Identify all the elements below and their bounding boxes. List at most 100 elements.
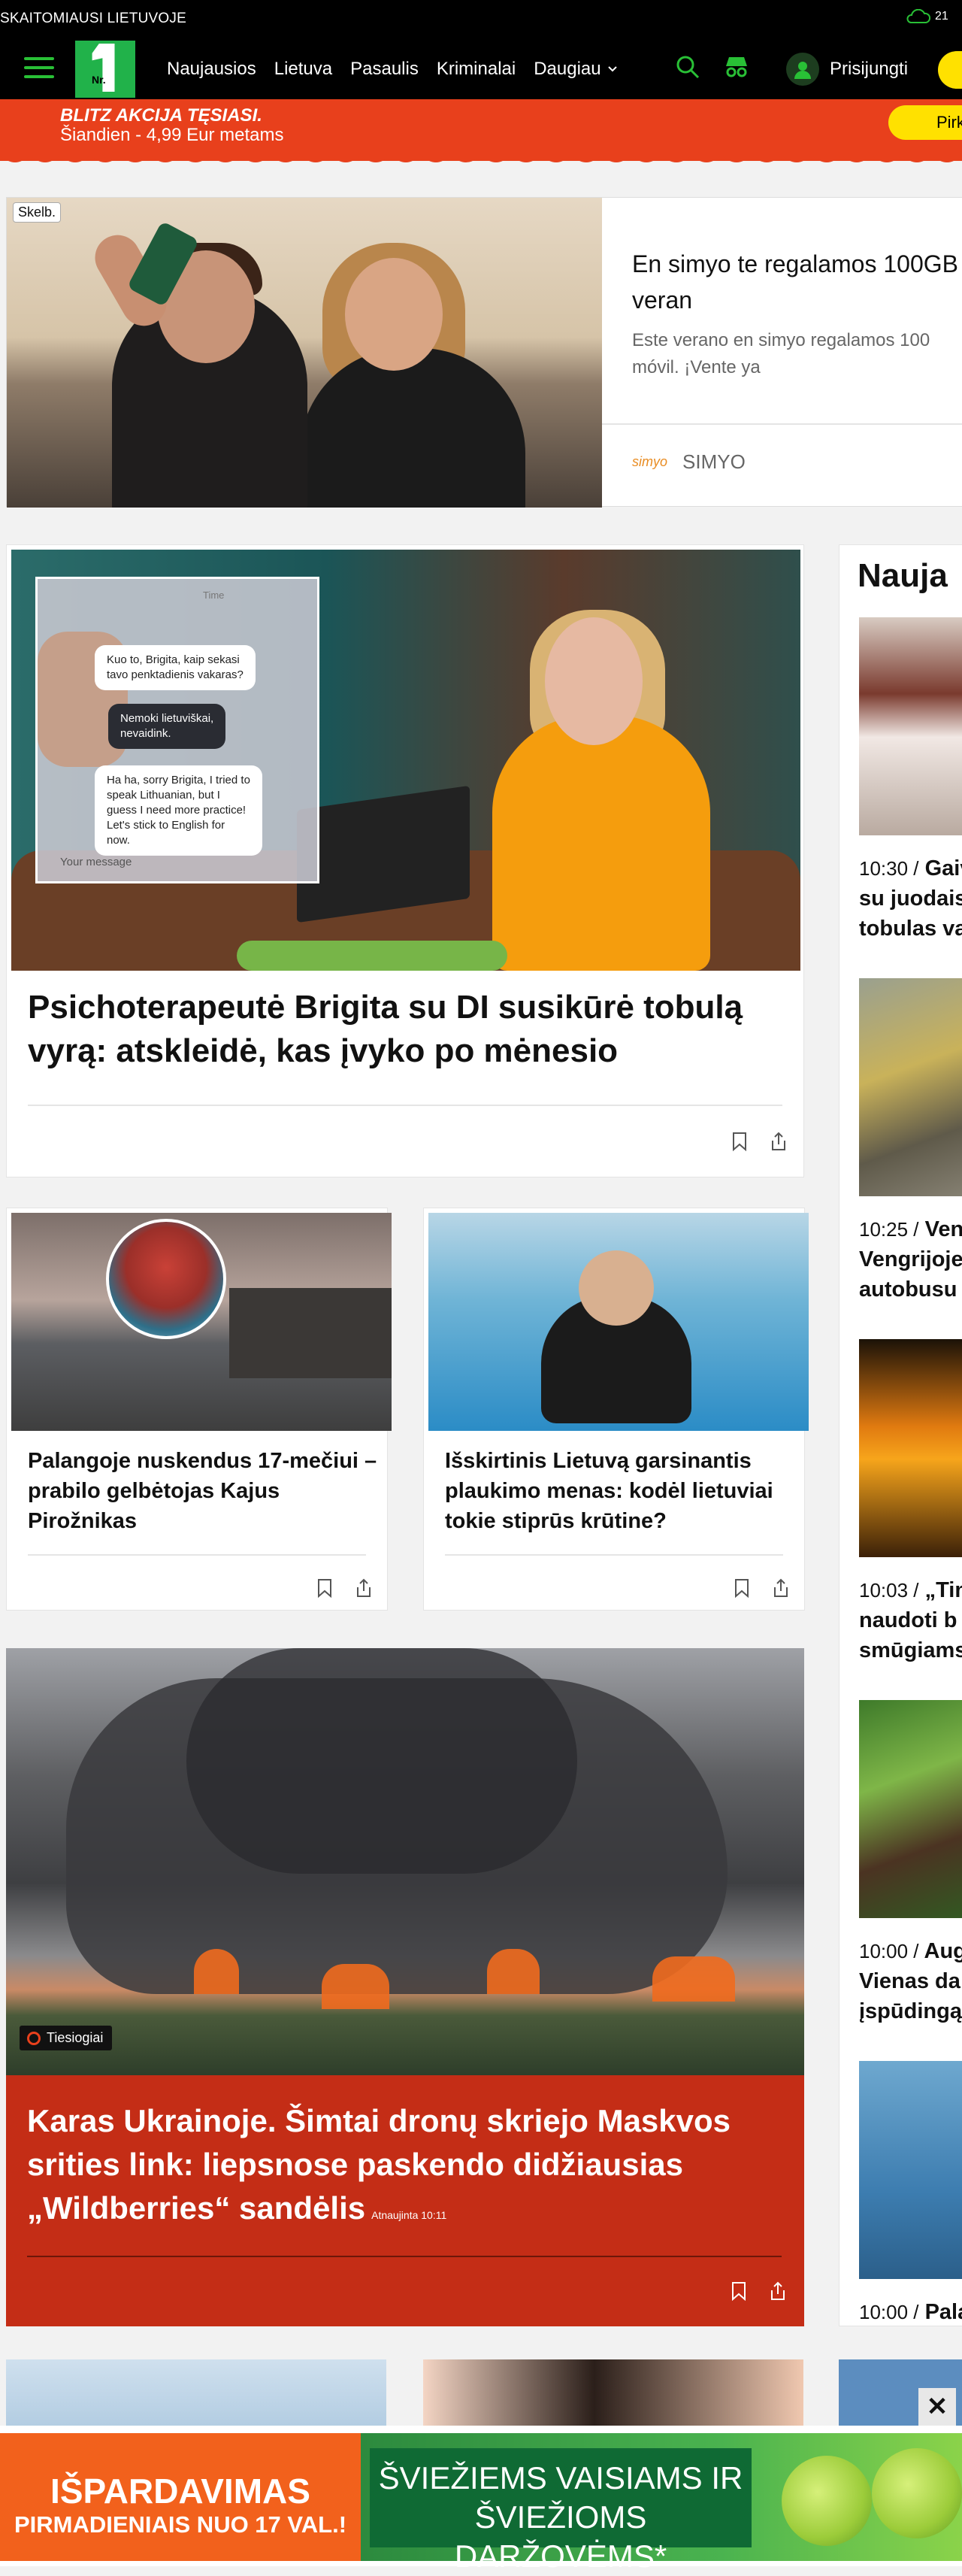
bookmark-icon[interactable] <box>731 1132 748 1151</box>
sponsored-ad[interactable]: Skelb. En simyo te regalamos 100GB veran… <box>6 197 962 507</box>
article-headline[interactable]: Palangoje nuskendus 17-mečiui – prabilo … <box>28 1446 381 1536</box>
bookmark-icon[interactable] <box>316 1578 333 1598</box>
ad-brand[interactable]: simyo SIMYO <box>632 450 746 474</box>
article-card-featured[interactable]: Time Kuo to, Brigita, kaip sekasi tavo p… <box>6 544 804 1177</box>
sidebar-item-time: 10:30 / <box>859 857 919 880</box>
chat-bubble-2: Nemoki lietuviškai, nevaidink. <box>108 704 225 749</box>
cloud-icon <box>905 9 930 24</box>
weather-widget[interactable]: 21 <box>905 9 948 24</box>
article-headline[interactable]: Išskirtinis Lietuvą garsinantis plaukimo… <box>445 1446 798 1536</box>
article-card-small[interactable]: Palangoje nuskendus 17-mečiui – prabilo … <box>6 1208 388 1611</box>
main-navigation: Nr. Naujausios Lietuva Pasaulis Kriminal… <box>0 39 962 99</box>
search-icon[interactable] <box>675 54 700 80</box>
lifeguard-portrait <box>106 1219 226 1339</box>
sidebar-news-item[interactable]: 10:03 / „Timnaudoti bsmūgiams <box>859 1339 962 1665</box>
sidebar-news-item[interactable]: 10:00 / AugVienas daįspūdingą <box>859 1700 962 2026</box>
share-icon[interactable] <box>770 1132 787 1151</box>
bookmark-icon[interactable] <box>731 2281 747 2301</box>
share-icon[interactable] <box>770 2281 786 2301</box>
sidebar-item-line: tobulas va <box>859 917 962 941</box>
chat-top-label: Time <box>203 589 224 601</box>
sidebar-thumb-fire <box>859 1339 962 1557</box>
ad-image <box>7 198 602 508</box>
ad-description: Este verano en simyo regalamos 100 móvil… <box>632 327 962 381</box>
article-actions <box>731 2281 786 2301</box>
nav-icons <box>675 54 752 80</box>
sidebar-item-line: su juodais <box>859 886 962 911</box>
chevron-down-icon <box>607 65 618 73</box>
sticky-bottom-ad[interactable]: ✕ IŠPARDAVIMAS PIRMADIENIAIS NUO 17 VAL.… <box>0 2426 962 2566</box>
login-label: Prisijungti <box>830 59 908 80</box>
share-icon[interactable] <box>355 1578 372 1598</box>
latest-news-sidebar: Nauja 10:30 / Gaivsu juodaistobulas va 1… <box>839 544 962 2326</box>
share-icon[interactable] <box>773 1578 789 1598</box>
ad-badge: Skelb. <box>13 202 61 223</box>
nav-item-kriminalai[interactable]: Kriminalai <box>437 59 516 80</box>
sidebar-item-line: autobusu <box>859 1277 957 1302</box>
nav-item-daugiau[interactable]: Daugiau <box>534 59 617 80</box>
lime-image <box>782 2456 872 2546</box>
promo-wave-divider <box>0 147 962 170</box>
sidebar-item-line: Veng <box>925 1217 962 1241</box>
ad-divider <box>602 423 962 425</box>
top-bar: SKAITOMIAUSI LIETUVOJE 21 <box>0 0 962 39</box>
article-divider <box>28 1105 782 1106</box>
article-updated-time: Atnaujinta 10:11 <box>371 2209 446 2221</box>
article-image <box>428 1213 809 1431</box>
nav-item-lietuva[interactable]: Lietuva <box>274 59 332 80</box>
article-image <box>11 1213 392 1431</box>
bottom-ad-sale-panel[interactable]: IŠPARDAVIMAS PIRMADIENIAIS NUO 17 VAL.! <box>0 2433 361 2561</box>
nav-item-naujausios[interactable]: Naujausios <box>167 59 256 80</box>
bottom-ad-sale-title: IŠPARDAVIMAS <box>0 2471 361 2511</box>
bottom-ad-produce-text: ŠVIEŽIEMS VAISIAMS IR ŠVIEŽIOMS DARŽOVĖM… <box>370 2448 752 2547</box>
incognito-icon[interactable] <box>722 54 752 80</box>
article-headline[interactable]: Karas Ukrainoje. Šimtai dronų skriejo Ma… <box>27 2099 786 2237</box>
temperature: 21 <box>935 10 948 23</box>
article-actions <box>731 1132 787 1151</box>
article-image: Time Kuo to, Brigita, kaip sekasi tavo p… <box>11 550 800 971</box>
nav-item-pasaulis[interactable]: Pasaulis <box>350 59 419 80</box>
article-headline[interactable]: Psichoterapeutė Brigita su DI susikūrė t… <box>28 986 787 1073</box>
site-logo[interactable]: Nr. <box>75 41 135 98</box>
article-actions <box>316 1578 372 1598</box>
article-headline-text: Karas Ukrainoje. Šimtai dronų skriejo Ma… <box>27 2103 731 2226</box>
logo-nr-text: Nr. <box>92 74 106 86</box>
subscribe-button[interactable] <box>938 51 962 89</box>
sidebar-item-time: 10:25 / <box>859 1218 919 1241</box>
article-image <box>6 1648 804 2075</box>
bottom-ad-sale-subtitle: PIRMADIENIAIS NUO 17 VAL.! <box>0 2511 361 2538</box>
promo-buy-button[interactable]: Pirk <box>888 105 962 140</box>
sidebar-news-item[interactable]: 10:00 / Pala <box>859 2061 962 2326</box>
sidebar-news-item[interactable]: 10:30 / Gaivsu juodaistobulas va <box>859 617 962 944</box>
hamburger-menu-icon[interactable] <box>24 57 54 81</box>
login-button[interactable]: Prisijungti <box>786 53 908 86</box>
close-ad-button[interactable]: ✕ <box>918 2388 956 2426</box>
article-card-small[interactable]: Išskirtinis Lietuvą garsinantis plaukimo… <box>423 1208 805 1611</box>
sidebar-item-time: 10:03 / <box>859 1579 919 1602</box>
sidebar-item-line: Aug <box>924 1939 962 1963</box>
ad-brand-name: SIMYO <box>682 450 746 474</box>
sidebar-item-time: 10:00 / <box>859 2301 919 2323</box>
sidebar-thumb-crash <box>859 978 962 1196</box>
sidebar-item-line: Pala <box>925 2300 962 2324</box>
site-tagline: SKAITOMIAUSI LIETUVOJE <box>0 11 186 27</box>
nav-menu: Naujausios Lietuva Pasaulis Kriminalai D… <box>167 59 618 80</box>
sidebar-thumb-sea <box>859 2061 962 2279</box>
ad-brand-logo: simyo <box>632 454 667 470</box>
sidebar-thumb-cake <box>859 617 962 835</box>
live-label: Tiesiogiai <box>47 2030 103 2045</box>
lime-image <box>872 2448 962 2538</box>
sidebar-item-line: Vengrijoje <box>859 1247 962 1271</box>
sidebar-item-line: įspūdingą <box>859 1999 962 2023</box>
bookmark-icon[interactable] <box>734 1578 750 1598</box>
promo-headline: BLITZ AKCIJA TĘSIASI. <box>60 105 262 126</box>
sidebar-thumb-plants <box>859 1700 962 1918</box>
article-card-live[interactable]: Tiesiogiai Karas Ukrainoje. Šimtai dronų… <box>6 1648 804 2326</box>
sidebar-item-line: smūgiams <box>859 1638 962 1662</box>
sidebar-news-item[interactable]: 10:25 / Veng Vengrijoje autobusu <box>859 978 962 1305</box>
bottom-ad-produce-panel[interactable]: ŠVIEŽIEMS VAISIAMS IR ŠVIEŽIOMS DARŽOVĖM… <box>361 2433 962 2561</box>
chat-bubble-3: Ha ha, sorry Brigita, I tried to speak L… <box>95 765 262 856</box>
ad-title[interactable]: En simyo te regalamos 100GB veran <box>632 246 962 318</box>
sidebar-item-line: „Tim <box>925 1578 962 1602</box>
nav-item-daugiau-label: Daugiau <box>534 59 600 80</box>
